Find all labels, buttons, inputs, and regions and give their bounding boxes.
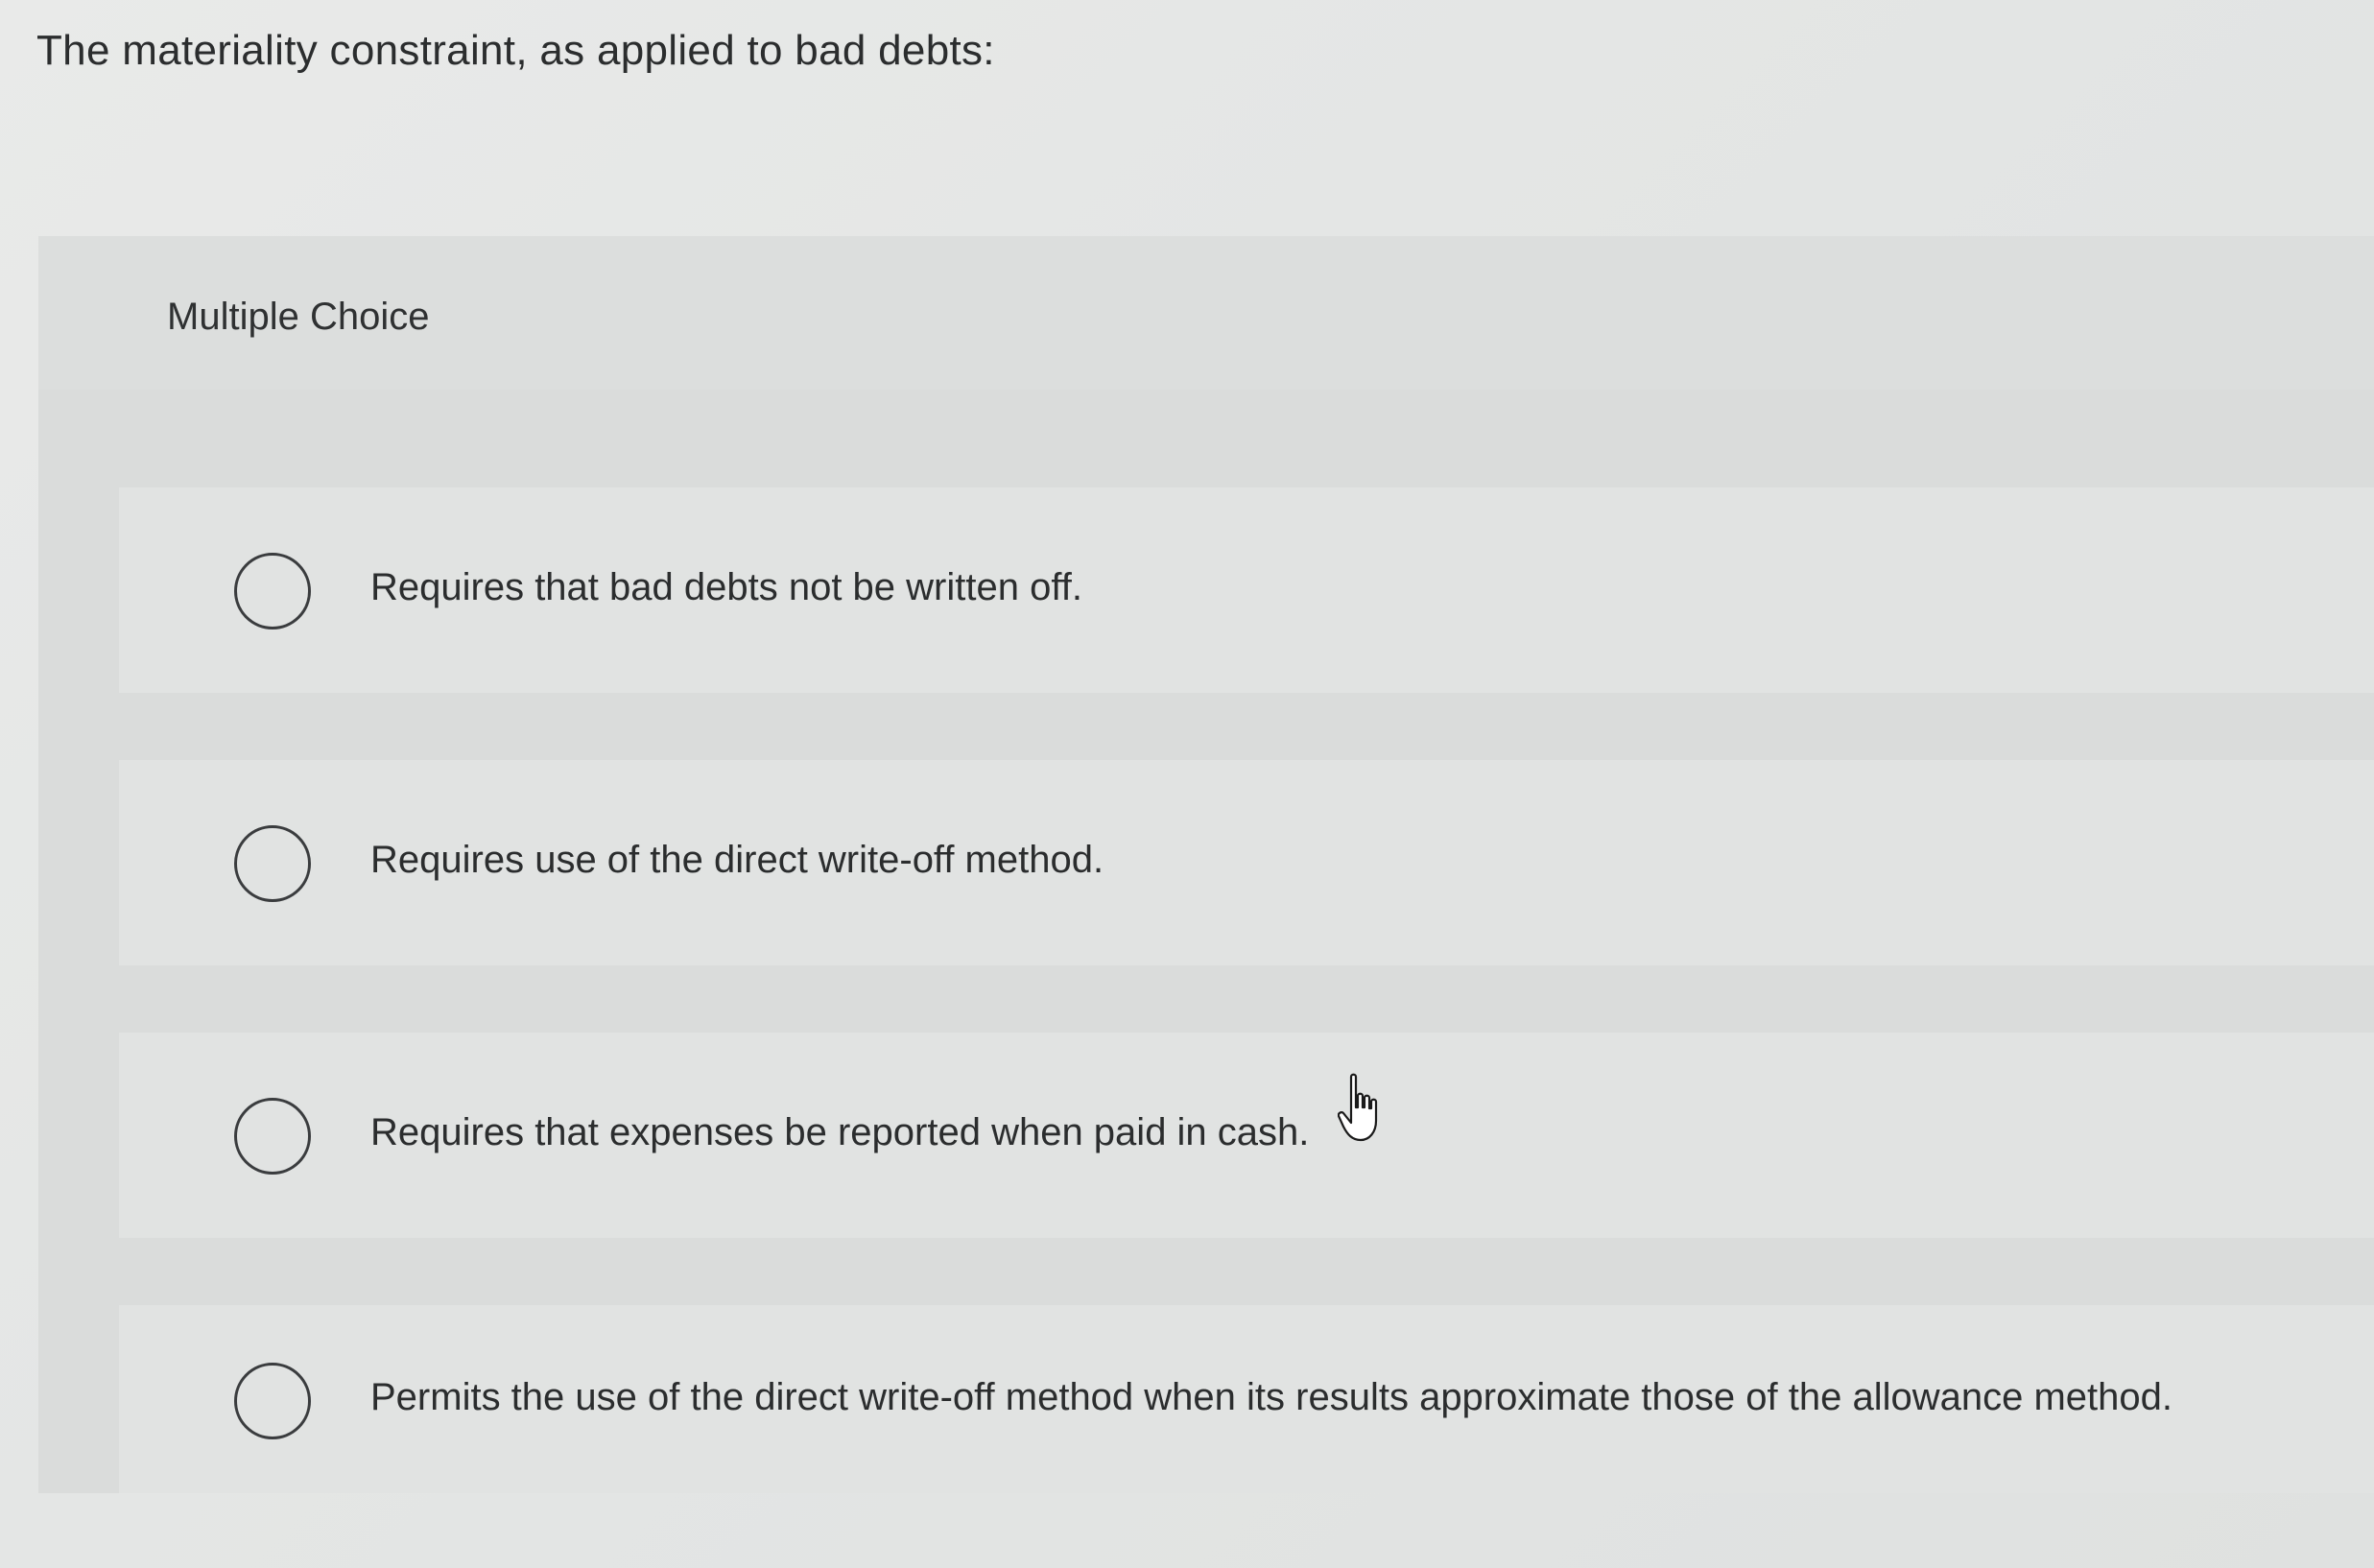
question-prompt: The materiality constraint, as applied t… <box>36 27 995 74</box>
answer-option-3[interactable]: Requires that expenses be reported when … <box>119 1033 2374 1238</box>
radio-button-1[interactable] <box>234 553 311 630</box>
answer-option-4[interactable]: Permits the use of the direct write-off … <box>119 1305 2374 1493</box>
radio-button-2[interactable] <box>234 825 311 902</box>
answer-option-2-text[interactable]: Requires use of the direct write-off met… <box>370 839 1104 882</box>
answer-option-2[interactable]: Requires use of the direct write-off met… <box>119 760 2374 965</box>
multiple-choice-header: Multiple Choice <box>38 236 2374 390</box>
answer-option-4-text[interactable]: Permits the use of the direct write-off … <box>370 1376 2172 1419</box>
answer-option-1-text[interactable]: Requires that bad debts not be written o… <box>370 566 1082 609</box>
radio-button-4[interactable] <box>234 1363 311 1439</box>
answer-option-1[interactable]: Requires that bad debts not be written o… <box>119 487 2374 693</box>
answer-option-3-text[interactable]: Requires that expenses be reported when … <box>370 1111 1309 1154</box>
radio-button-3[interactable] <box>234 1098 311 1175</box>
multiple-choice-panel: Multiple Choice Requires that bad debts … <box>38 236 2374 1493</box>
multiple-choice-label: Multiple Choice <box>167 296 430 338</box>
